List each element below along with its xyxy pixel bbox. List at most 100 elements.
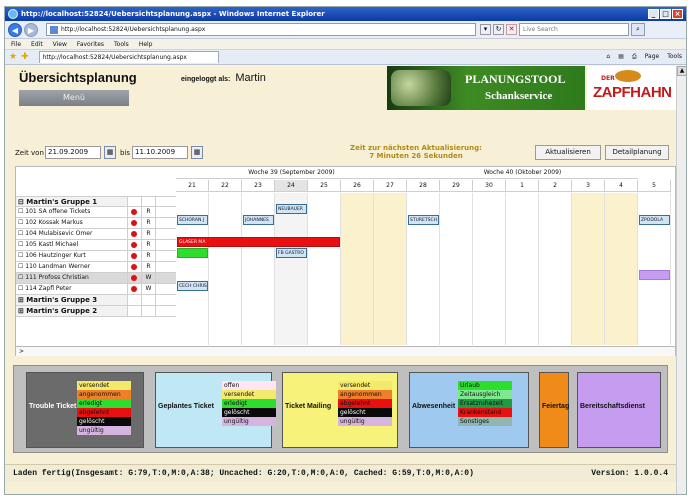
legend-swatch: ungültig (338, 417, 392, 426)
tools-menu[interactable]: Tools (667, 53, 682, 61)
menu-item-file[interactable]: File (11, 41, 21, 48)
page-content: Übersichtsplanung Menü eingeloggt als: M… (5, 66, 676, 494)
stop-icon[interactable]: ✕ (506, 24, 517, 35)
group-row[interactable]: ⊟ Martin's Gruppe 1 (16, 196, 176, 207)
resource-row[interactable]: ☐ 104 Mulabisevic Omer R (16, 229, 176, 240)
day-header: 28 (407, 180, 440, 192)
day-column[interactable] (506, 193, 539, 345)
day-column[interactable] (473, 193, 506, 345)
group-row[interactable]: ⊞ Martin's Gruppe 2 (16, 306, 176, 317)
favorites-star-icon[interactable]: ★ (9, 52, 17, 62)
day-column[interactable] (275, 193, 308, 345)
maximize-button[interactable]: □ (660, 9, 671, 19)
menu-item-help[interactable]: Help (139, 41, 153, 48)
menu-item-edit[interactable]: Edit (31, 41, 43, 48)
menu-item-favorites[interactable]: Favorites (77, 41, 104, 48)
from-date-input[interactable]: 21.09.2009 (45, 146, 101, 159)
dropdown-icon[interactable]: ▾ (480, 24, 491, 35)
day-column[interactable] (572, 193, 605, 345)
ticket-event[interactable]: NEUBAUER (276, 204, 307, 214)
search-input[interactable]: Live Search (519, 23, 629, 36)
minimize-button[interactable]: _ (648, 9, 659, 19)
refresh-icon[interactable]: ↻ (493, 24, 504, 35)
scroll-up-icon[interactable]: ▲ (677, 66, 686, 76)
address-bar[interactable]: http://localhost:52824/Uebersichtsplanun… (46, 23, 476, 36)
banner-photo (391, 70, 451, 106)
from-calendar-icon[interactable]: ▦ (104, 146, 116, 159)
legend-title: Trouble Ticket (29, 403, 77, 410)
ticket-event[interactable]: ZPODOLA (639, 215, 670, 225)
legend-swatch: gelöscht (77, 417, 131, 426)
resource-row[interactable]: ☐ 111 Profoss Christian W (16, 273, 176, 284)
page-menu[interactable]: Page (645, 53, 660, 61)
command-bar: ⌂ ▤ ⎙ Page Tools (598, 53, 682, 61)
resource-row[interactable]: ☐ 110 Landman Werner R (16, 262, 176, 273)
ticket-event[interactable]: SCHORAN J (177, 215, 208, 225)
to-date-input[interactable]: 11.10.2009 (132, 146, 188, 159)
banner-subtitle: Schankservice (485, 90, 553, 102)
ticket-event[interactable] (639, 270, 670, 280)
legend-swatch: Krankenstand (458, 408, 512, 417)
resource-row[interactable]: ☐ 105 Kastl Michael R (16, 240, 176, 251)
legend-swatch: erledigt (77, 399, 131, 408)
red-status-icon (131, 231, 137, 237)
day-column[interactable] (341, 193, 374, 345)
day-header: 4 (605, 180, 638, 192)
logo-der: DER (601, 75, 615, 82)
add-favorite-icon[interactable]: ✚ (21, 52, 29, 62)
ticket-event[interactable]: FB GASTRO (276, 248, 307, 258)
ticket-event[interactable]: GLASER MA (177, 237, 340, 247)
login-label: eingeloggt als: (181, 76, 231, 83)
ticket-event[interactable] (177, 248, 208, 258)
legend-title: Feiertag (542, 403, 570, 410)
status-letter (142, 306, 156, 316)
day-column[interactable] (374, 193, 407, 345)
legend-title: Geplantes Ticket (158, 403, 214, 410)
vertical-scrollbar[interactable]: ▲ (676, 66, 686, 494)
detail-planning-button[interactable]: Detailplanung (605, 145, 669, 160)
logo-name: ZAPFHAHN (593, 84, 672, 101)
status-letter: R (142, 240, 156, 250)
ticket-event[interactable]: STURETSCH (408, 215, 439, 225)
menu-item-tools[interactable]: Tools (114, 41, 129, 48)
print-icon[interactable]: ⎙ (632, 53, 637, 61)
legend-swatch: versendet (77, 381, 131, 390)
red-status-icon (131, 242, 137, 248)
ticket-event[interactable]: JOHANNES (243, 215, 274, 225)
legend-trouble: Trouble Ticket versendet angenommen erledig… (26, 372, 144, 448)
legend-title: Ticket Mailing (285, 403, 332, 410)
browser-tab[interactable]: http://localhost:52824/Uebersichtsplanun… (38, 51, 219, 63)
week-header: Woche 39 (September 2009) (176, 167, 407, 179)
forward-button[interactable]: ▶ (24, 22, 38, 37)
feeds-icon[interactable]: ▤ (618, 53, 624, 61)
resource-row[interactable]: ☐ 106 Hautzinger Kurt R (16, 251, 176, 262)
title-bar: http://localhost:52824/Uebersichtsplanun… (5, 7, 686, 21)
resource-row[interactable]: ☐ 114 Zapfl Peter W (16, 284, 176, 295)
search-icon[interactable]: ⌕ (631, 23, 645, 36)
day-column[interactable] (605, 193, 638, 345)
day-column[interactable] (308, 193, 341, 345)
close-button[interactable]: × (672, 9, 683, 19)
day-column[interactable] (440, 193, 473, 345)
address-tools: ▾ ↻ ✕ (480, 24, 519, 35)
tap-icon (615, 70, 641, 82)
menu-button[interactable]: Menü (19, 90, 129, 106)
menu-item-view[interactable]: View (53, 41, 67, 48)
legend-swatch: angenommen (77, 390, 131, 399)
to-label: bis (120, 149, 131, 157)
legend-swatch: ungültig (77, 426, 131, 435)
back-button[interactable]: ◀ (8, 22, 22, 37)
to-calendar-icon[interactable]: ▦ (191, 146, 203, 159)
grid-footer[interactable]: > (16, 346, 675, 356)
ticket-event[interactable]: CECH CHRIS (177, 281, 208, 291)
day-header: 30 (473, 180, 506, 192)
login-info: eingeloggt als: Martin (181, 72, 266, 84)
home-icon[interactable]: ⌂ (606, 53, 610, 61)
resource-row[interactable]: ☐ 101 SA offene Tickets R (16, 207, 176, 218)
group-row[interactable]: ⊞ Martin's Gruppe 3 (16, 295, 176, 306)
refresh-button[interactable]: Aktualisieren (535, 145, 601, 160)
resource-row[interactable]: ☐ 102 Kossak Markus R (16, 218, 176, 229)
day-column[interactable] (209, 193, 242, 345)
resource-name: ☐ 105 Kastl Michael (16, 240, 128, 250)
day-column[interactable] (539, 193, 572, 345)
